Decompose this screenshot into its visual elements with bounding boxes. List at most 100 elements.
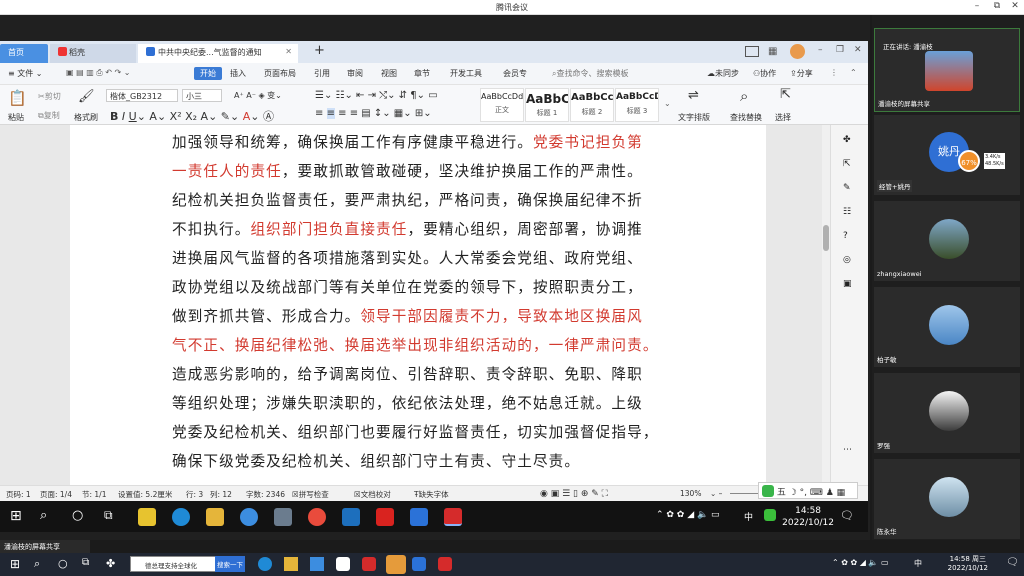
text-layout-button[interactable]: 文字排版 [678,112,710,123]
menu-view[interactable]: 视图 [381,68,397,79]
host-start-icon[interactable]: ⊞ [10,557,20,571]
styles-expand-icon[interactable]: ⌄ [664,99,671,108]
menu-developer[interactable]: 开发工具 [450,68,482,79]
scroll-thumb[interactable] [823,225,829,251]
rail-clover-icon[interactable]: ✤ [843,135,857,149]
rail-image-icon[interactable]: ▣ [843,279,857,293]
style-heading-2[interactable]: AaBbCc 标题 2 [570,88,614,122]
app-swirl-icon[interactable] [240,508,258,526]
copy-button[interactable]: ⧉复制 [38,110,60,121]
find-icon[interactable]: ⌕ [740,87,748,105]
rail-pen-icon[interactable]: ✎ [843,183,857,197]
host-edge-icon[interactable] [258,557,272,571]
rail-help-icon[interactable]: ? [843,231,857,245]
task-view-icon[interactable]: ⧉ [104,508,122,526]
host-taskview-icon[interactable]: ⧉ [82,557,89,568]
host-explorer-icon[interactable] [284,557,298,571]
rail-more-icon[interactable]: ⋯ [843,445,857,459]
collab-button[interactable]: ⚇协作 [753,68,776,79]
host-ime-indicator[interactable]: 中 [914,558,922,569]
vertical-scrollbar[interactable] [822,125,830,485]
zoom-out-icon[interactable]: ⌄ – [710,489,722,498]
wechat-tray-icon[interactable] [764,509,776,521]
cortana-icon[interactable]: ○ [72,508,90,526]
wps-restore-button[interactable]: ❐ [836,45,844,55]
participant-tile-presenter[interactable]: 正在讲话: 潘渝枝 潘渝枝的屏幕共享 [874,28,1020,112]
menu-references[interactable]: 引用 [314,68,330,79]
tab-document[interactable]: 中共中央纪委...气监督的通知 ✕ [138,44,298,63]
command-search[interactable]: ⌕查找命令、搜索模板 [552,68,628,79]
user-avatar[interactable] [790,44,805,59]
style-heading-3[interactable]: AaBbCcD 标题 3 [615,88,659,122]
text-layout-icon[interactable]: ⇌ [688,88,699,103]
host-mail-icon[interactable] [310,557,324,571]
menu-start[interactable]: 开始 [194,67,222,80]
wps-close-button[interactable]: ✕ [854,45,862,55]
select-button[interactable]: 选择 [775,112,791,123]
host-app-bolt-icon[interactable] [336,557,350,571]
menu-file[interactable]: ≡ 文件 ⌄ [8,68,43,79]
tencent-meeting-icon[interactable] [410,508,428,526]
cursor-icon[interactable]: ⇱ [780,87,791,102]
rail-location-icon[interactable]: ◎ [843,255,857,269]
share-button[interactable]: ⇪分享 [790,68,813,79]
wps-taskbar-icon[interactable] [444,508,462,526]
menu-member[interactable]: 会员专 [503,68,527,79]
tab-daoke[interactable]: 稻壳 [50,44,136,63]
notification-icon[interactable]: 🗨 [840,509,854,522]
inner-clock[interactable]: 14:58 2022/10/12 [782,505,834,529]
host-cortana-icon[interactable]: ○ [58,557,68,570]
format-painter-button[interactable]: 格式刷 [74,112,98,123]
font-grow-icons[interactable]: A⁺ A⁻ ◈ 变⌄ [234,90,282,101]
windows-start-icon[interactable]: ⊞ [10,508,28,526]
participant-tile[interactable]: 罗强 [874,373,1020,453]
host-app-icon[interactable]: ✤ [106,557,115,570]
proofread-button[interactable]: ☒文档校对 [354,489,391,500]
document-page[interactable]: 加强领导和统筹，确保换届工作有序健康平稳进行。党委书记担负第 一责任人的责任，要敢… [70,125,766,485]
rail-cursor-icon[interactable]: ⇱ [843,159,857,173]
menu-page-layout[interactable]: 页面布局 [264,68,296,79]
rail-sliders-icon[interactable]: ☷ [843,207,857,221]
edge-icon[interactable] [172,508,190,526]
paste-button[interactable]: 粘贴 [8,112,24,123]
menu-review[interactable]: 审阅 [347,68,363,79]
format-painter-icon[interactable]: 🖌 [78,89,95,104]
layout-icon[interactable] [745,46,759,57]
more-icon[interactable]: ⋮ [830,68,838,77]
sync-status[interactable]: ☁未同步 [707,68,739,79]
host-clock[interactable]: 14:58 周三 2022/10/12 [948,555,988,573]
participant-tile[interactable]: 姚丹 67% 3.4K/s 48.5K/s 经管+姚丹 [874,115,1020,195]
list-icons[interactable]: ☰⌄ ☷⌄ ⇤ ⇥ ⤭⌄ ⇵ ¶⌄ ▭ [315,90,438,101]
grid-icon[interactable]: ▦ [768,46,777,57]
font-select[interactable]: 楷体_GB2312 [106,89,178,102]
ime-toolbar[interactable]: 五 ☽ °, ⌨ ♟ ▦ [758,482,858,499]
format-icons[interactable]: B I U⌄ A⌄ X² X₂ A⌄ ✎⌄ A⌄ Ⓐ [110,108,274,124]
font-size-select[interactable]: 小三 [182,89,222,102]
app-pikachu-icon[interactable] [138,508,156,526]
style-heading-1[interactable]: AaBbC 标题 1 [525,88,569,122]
app-red-icon[interactable] [376,508,394,526]
minimize-button[interactable]: – [968,1,986,11]
find-replace-button[interactable]: 查找替换 [730,112,762,123]
tray-icons[interactable]: ⌃ ✿ ✿ ◢ 🔈 ▭ [656,510,720,520]
missing-font-button[interactable]: Ŧ缺失字体 [414,489,449,500]
host-tencent-meeting-icon[interactable] [412,557,426,571]
participant-tile[interactable]: 柏子敏 [874,287,1020,367]
zoom-level[interactable]: 130% [680,489,701,498]
cut-button[interactable]: ✂剪切 [38,91,61,102]
maximize-button[interactable]: ⧉ [988,1,1006,11]
inner-ime-indicator[interactable]: 中 [744,510,753,523]
host-notification-icon[interactable]: 🗨 [1006,557,1019,568]
menu-chapter[interactable]: 章节 [414,68,430,79]
chrome-icon[interactable] [308,508,326,526]
quick-toolbar-icons[interactable]: ▣ ▤ ▥ ⎙ ↶ ↷ ⌄ [66,68,130,78]
new-tab-icon[interactable]: + [314,43,325,58]
menu-insert[interactable]: 插入 [230,68,246,79]
file-explorer-icon[interactable] [206,508,224,526]
view-mode-icons[interactable]: ◉ ▣ ☰ ▯ ⊕ ✎ ⛶ [540,489,608,499]
wps-minimize-button[interactable]: – [818,45,823,55]
calculator-icon[interactable] [274,508,292,526]
spell-check-button[interactable]: ☒拼写检查 [292,489,329,500]
tab-home[interactable]: 首页 [0,44,48,63]
paste-icon[interactable]: 📋 [8,89,27,107]
